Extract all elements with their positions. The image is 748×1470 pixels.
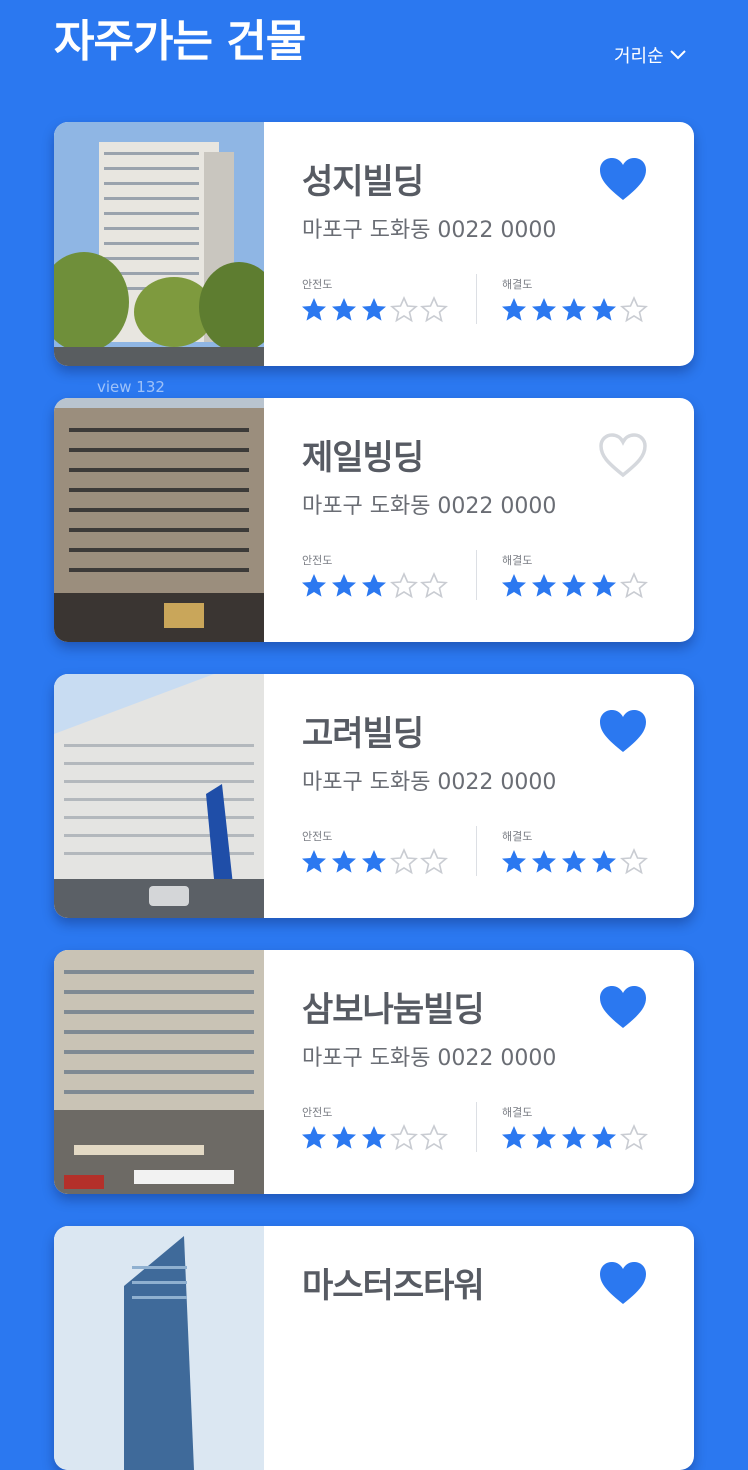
star-filled-icon bbox=[592, 298, 616, 321]
rating-divider bbox=[476, 274, 477, 324]
resolution-label: 해결도 bbox=[502, 1106, 533, 1119]
building-address: 마포구 도화동 0022 0000 bbox=[302, 1046, 557, 1071]
rating-divider bbox=[476, 826, 477, 876]
safety-stars bbox=[300, 296, 448, 324]
star-filled-icon bbox=[302, 574, 326, 597]
star-empty-icon bbox=[420, 572, 448, 599]
chevron-down-icon bbox=[669, 50, 686, 60]
star-empty-icon bbox=[420, 1124, 448, 1151]
star-filled-icon bbox=[532, 850, 556, 873]
safety-stars bbox=[300, 1124, 448, 1152]
star-filled-icon bbox=[502, 850, 526, 873]
star-filled-icon bbox=[362, 850, 386, 873]
favorite-heart-icon[interactable] bbox=[598, 1260, 648, 1310]
star-empty-icon bbox=[390, 848, 418, 875]
star-filled-icon bbox=[562, 1126, 586, 1149]
building-card[interactable]: 마스터즈타워 bbox=[54, 1226, 694, 1470]
safety-stars bbox=[300, 572, 448, 600]
star-filled-icon bbox=[302, 1126, 326, 1149]
safety-label: 안전도 bbox=[302, 830, 333, 843]
resolution-stars bbox=[500, 572, 648, 600]
building-photo bbox=[54, 950, 264, 1194]
star-empty-icon bbox=[620, 296, 648, 323]
resolution-stars bbox=[500, 296, 648, 324]
star-empty-icon bbox=[420, 296, 448, 323]
star-filled-icon bbox=[362, 574, 386, 597]
star-filled-icon bbox=[592, 1126, 616, 1149]
star-empty-icon bbox=[390, 1124, 418, 1151]
star-filled-icon bbox=[332, 850, 356, 873]
building-name: 마스터즈타워 bbox=[302, 1266, 485, 1306]
star-empty-icon bbox=[420, 848, 448, 875]
sort-label: 거리순 bbox=[614, 46, 664, 67]
favorite-heart-icon[interactable] bbox=[598, 984, 648, 1034]
star-filled-icon bbox=[562, 850, 586, 873]
building-name: 삼보나눔빌딩 bbox=[302, 990, 485, 1030]
star-filled-icon bbox=[532, 298, 556, 321]
resolution-label: 해결도 bbox=[502, 278, 533, 291]
building-address: 마포구 도화동 0022 0000 bbox=[302, 494, 557, 519]
building-photo bbox=[54, 1226, 264, 1470]
building-name: 성지빌딩 bbox=[302, 162, 424, 202]
building-card[interactable]: 고려빌딩 마포구 도화동 0022 0000 안전도 해결도 bbox=[54, 674, 694, 918]
rating-divider bbox=[476, 1102, 477, 1152]
building-photo bbox=[54, 674, 264, 918]
star-filled-icon bbox=[502, 574, 526, 597]
favorite-heart-outline-icon[interactable] bbox=[598, 432, 648, 482]
sort-dropdown[interactable]: 거리순 bbox=[614, 42, 686, 68]
resolution-stars bbox=[500, 848, 648, 876]
favorite-heart-icon[interactable] bbox=[598, 156, 648, 206]
star-filled-icon bbox=[592, 574, 616, 597]
safety-label: 안전도 bbox=[302, 278, 333, 291]
building-card[interactable]: 삼보나눔빌딩 마포구 도화동 0022 0000 안전도 해결도 bbox=[54, 950, 694, 1194]
favorite-heart-icon[interactable] bbox=[598, 708, 648, 758]
star-filled-icon bbox=[362, 298, 386, 321]
building-card[interactable]: 성지빌딩 마포구 도화동 0022 0000 안전도 해결도 bbox=[54, 122, 694, 366]
star-empty-icon bbox=[620, 848, 648, 875]
star-filled-icon bbox=[332, 1126, 356, 1149]
star-filled-icon bbox=[332, 574, 356, 597]
building-address: 마포구 도화동 0022 0000 bbox=[302, 770, 557, 795]
building-photo bbox=[54, 398, 264, 642]
star-filled-icon bbox=[562, 298, 586, 321]
building-name: 고려빌딩 bbox=[302, 714, 424, 754]
safety-label: 안전도 bbox=[302, 554, 333, 567]
star-empty-icon bbox=[390, 296, 418, 323]
star-empty-icon bbox=[620, 1124, 648, 1151]
view-count: view 132 bbox=[97, 378, 165, 396]
building-name: 제일빙딩 bbox=[302, 438, 424, 478]
star-filled-icon bbox=[362, 1126, 386, 1149]
building-photo bbox=[54, 122, 264, 366]
star-filled-icon bbox=[532, 1126, 556, 1149]
resolution-stars bbox=[500, 1124, 648, 1152]
star-filled-icon bbox=[332, 298, 356, 321]
star-filled-icon bbox=[562, 574, 586, 597]
star-empty-icon bbox=[620, 572, 648, 599]
rating-divider bbox=[476, 550, 477, 600]
star-filled-icon bbox=[502, 1126, 526, 1149]
safety-stars bbox=[300, 848, 448, 876]
resolution-label: 해결도 bbox=[502, 554, 533, 567]
star-filled-icon bbox=[502, 298, 526, 321]
building-card[interactable]: 제일빙딩 마포구 도화동 0022 0000 안전도 해결도 bbox=[54, 398, 694, 642]
star-filled-icon bbox=[302, 850, 326, 873]
star-empty-icon bbox=[390, 572, 418, 599]
page-title: 자주가는 건물 bbox=[54, 16, 306, 67]
building-address: 마포구 도화동 0022 0000 bbox=[302, 218, 557, 243]
star-filled-icon bbox=[302, 298, 326, 321]
resolution-label: 해결도 bbox=[502, 830, 533, 843]
star-filled-icon bbox=[532, 574, 556, 597]
safety-label: 안전도 bbox=[302, 1106, 333, 1119]
star-filled-icon bbox=[592, 850, 616, 873]
